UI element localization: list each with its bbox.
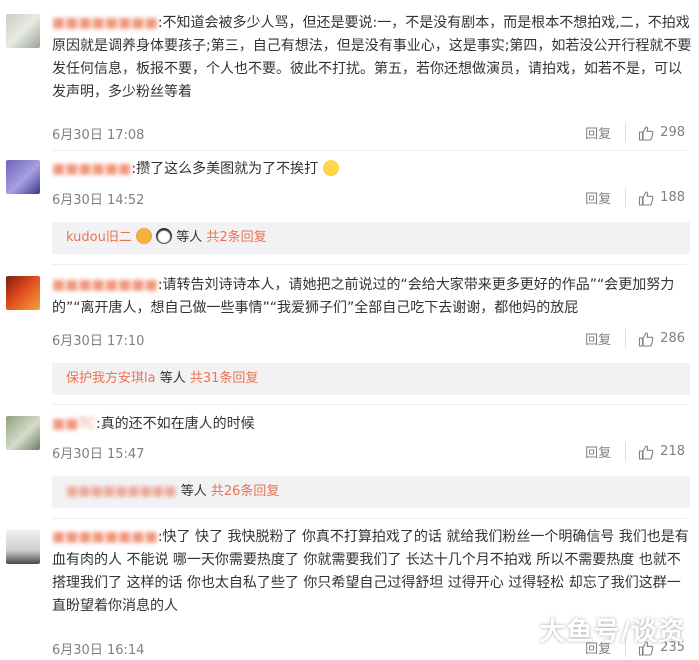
reply-button[interactable]: 回复 bbox=[585, 442, 627, 461]
like-count: 218 bbox=[660, 444, 685, 459]
comment-date: 6月30日 17:10 bbox=[52, 334, 145, 349]
comment-username[interactable]: ■■TC bbox=[52, 416, 96, 432]
reply-button[interactable]: 回复 bbox=[585, 188, 627, 207]
like-button[interactable]: 218 bbox=[638, 444, 685, 460]
comment-date: 6月30日 16:14 bbox=[52, 643, 145, 658]
thumbs-up-icon bbox=[639, 331, 654, 347]
comment-username[interactable]: ■■■■■■■■ bbox=[52, 15, 158, 31]
replies-summary[interactable]: 保护我方安琪la 等人 共31条回复 bbox=[52, 363, 690, 395]
replies-summary[interactable]: kudou旧二 等人 共2条回复 bbox=[52, 222, 690, 254]
face-emoji-icon bbox=[135, 228, 152, 244]
divider bbox=[52, 518, 687, 519]
reply-author[interactable]: kudou旧二 bbox=[66, 230, 132, 245]
panda-emoji-icon bbox=[156, 228, 173, 244]
reply-button[interactable]: 回复 bbox=[585, 123, 627, 142]
reply-author[interactable]: ■■■■■■■■■ bbox=[66, 484, 177, 499]
thumbs-up-icon bbox=[639, 125, 654, 141]
avatar[interactable] bbox=[6, 276, 40, 310]
thumbs-up-icon bbox=[639, 190, 654, 206]
like-count: 298 bbox=[660, 125, 685, 140]
comment-body: ■■TC:真的还不如在唐人的时候 bbox=[52, 416, 255, 432]
avatar[interactable] bbox=[6, 530, 40, 564]
comment-body: ■■■■■■■■:快了 快了 我快脱粉了 你真不打算拍戏了的话 就给我们粉丝一个… bbox=[52, 529, 689, 614]
comment-date: 6月30日 17:08 bbox=[52, 128, 145, 143]
comment-body: ■■■■■■■■:请转告刘诗诗本人，请她把之前说过的“会给大家带来更多更好的作品… bbox=[52, 277, 675, 316]
comment-body: ■■■■■■:攒了这么多美图就为了不挨打 bbox=[52, 158, 692, 181]
comment-date: 6月30日 14:52 bbox=[52, 193, 145, 208]
comment-text: 攒了这么多美图就为了不挨打 bbox=[136, 161, 319, 177]
comment-actions: 回复 188 bbox=[585, 188, 685, 207]
like-button[interactable]: 286 bbox=[638, 331, 685, 347]
comment-actions: 回复 218 bbox=[585, 442, 685, 461]
comment-username[interactable]: ■■■■■■■■ bbox=[52, 277, 158, 293]
divider bbox=[52, 264, 687, 265]
replies-summary[interactable]: ■■■■■■■■■ 等人 共26条回复 bbox=[52, 476, 690, 508]
divider bbox=[52, 150, 687, 151]
comment-body: ■■■■■■■■:不知道会被多少人骂，但还是要说:一，不是没有剧本，而是根本不想… bbox=[52, 15, 692, 100]
reply-count-link[interactable]: 共26条回复 bbox=[211, 484, 280, 499]
like-count: 286 bbox=[660, 331, 685, 346]
comment-text: 真的还不如在唐人的时候 bbox=[100, 416, 255, 432]
reply-button[interactable]: 回复 bbox=[585, 329, 627, 348]
comment-username[interactable]: ■■■■■■■■ bbox=[52, 529, 158, 545]
watermark: 大鱼号/谈资 bbox=[539, 617, 685, 647]
divider bbox=[52, 404, 687, 405]
thumbs-up-icon bbox=[639, 444, 654, 460]
reply-author[interactable]: 保护我方安琪la bbox=[66, 371, 156, 386]
like-count: 188 bbox=[660, 190, 685, 205]
avatar[interactable] bbox=[6, 416, 40, 450]
comment-actions: 回复 286 bbox=[585, 329, 685, 348]
like-button[interactable]: 188 bbox=[638, 190, 685, 206]
reply-suffix: 等人 bbox=[176, 230, 203, 245]
reply-suffix: 等人 bbox=[159, 371, 186, 386]
comment-actions: 回复 298 bbox=[585, 123, 685, 142]
comment-username[interactable]: ■■■■■■ bbox=[52, 161, 131, 177]
reply-suffix: 等人 bbox=[180, 484, 207, 499]
laughing-emoji-icon bbox=[322, 160, 339, 176]
avatar[interactable] bbox=[6, 160, 40, 194]
reply-count-link[interactable]: 共31条回复 bbox=[190, 371, 259, 386]
like-button[interactable]: 298 bbox=[638, 125, 685, 141]
reply-count-link[interactable]: 共2条回复 bbox=[206, 230, 266, 245]
avatar[interactable] bbox=[6, 14, 40, 48]
comment-date: 6月30日 15:47 bbox=[52, 447, 145, 462]
